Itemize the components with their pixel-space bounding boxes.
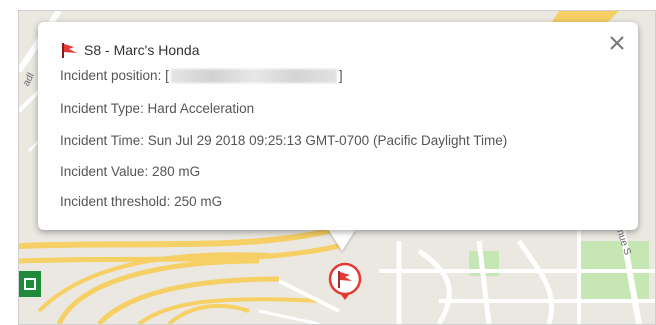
incident-position: Incident position: [ ] <box>60 68 343 83</box>
red-flag-icon <box>62 43 77 58</box>
incident-info-popup: S8 - Marc's Honda Incident position: [ ]… <box>38 22 638 230</box>
incident-threshold: Incident threshold: 250 mG <box>60 194 223 209</box>
popup-title: S8 - Marc's Honda <box>60 38 200 62</box>
incident-time: Incident Time: Sun Jul 29 2018 09:25:13 … <box>60 133 508 148</box>
redacted-coordinates <box>170 68 337 83</box>
close-button[interactable] <box>606 32 628 54</box>
vehicle-name: S8 - Marc's Honda <box>84 42 200 58</box>
incident-type: Incident Type: Hard Acceleration <box>60 101 255 116</box>
close-icon <box>610 36 624 50</box>
incident-value: Incident Value: 280 mG <box>60 164 201 179</box>
incident-position-label: Incident position: [ <box>60 68 169 83</box>
incident-marker[interactable] <box>328 262 362 302</box>
incident-position-suffix: ] <box>338 68 343 83</box>
popup-tail <box>328 229 356 251</box>
map-control-icon[interactable] <box>19 271 41 297</box>
